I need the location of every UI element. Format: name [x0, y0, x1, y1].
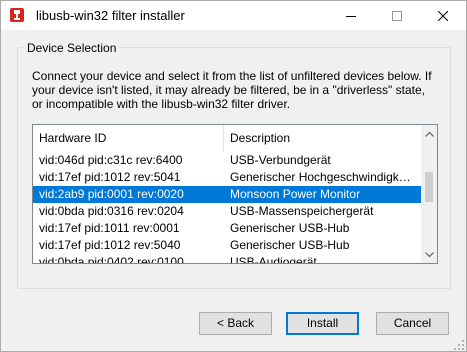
- close-icon: [438, 10, 448, 21]
- vertical-scrollbar[interactable]: [421, 125, 437, 263]
- device-row[interactable]: vid:0bda pid:0402 rev:0100 USB-Audiogerä…: [33, 254, 421, 264]
- device-row[interactable]: vid:17ef pid:1012 rev:5040 Generischer U…: [33, 237, 421, 254]
- scroll-thumb[interactable]: [425, 172, 433, 202]
- device-row[interactable]: vid:17ef pid:1012 rev:5041 Generischer H…: [33, 169, 421, 186]
- list-header: Hardware ID Description: [33, 125, 421, 152]
- hardware-id-cell: vid:046d pid:c31c rev:6400: [39, 153, 183, 167]
- chevron-up-icon: [424, 131, 434, 137]
- description-cell: Generischer USB-Hub: [230, 238, 350, 252]
- hardware-id-cell: vid:17ef pid:1011 rev:0001: [39, 221, 180, 235]
- libusb-app-icon: [10, 8, 24, 22]
- device-row-selected[interactable]: vid:2ab9 pid:0001 rev:0020 Monsoon Power…: [33, 186, 421, 203]
- device-row[interactable]: vid:046d pid:c31c rev:6400 USB-Verbundge…: [33, 152, 421, 169]
- device-list[interactable]: Hardware ID Description vid:046d pid:c31…: [32, 124, 438, 264]
- description-cell: USB-Verbundgerät: [230, 153, 331, 167]
- description-cell: USB-Massenspeichergerät: [230, 204, 374, 218]
- hardware-id-cell: vid:0bda pid:0402 rev:0100: [39, 255, 184, 264]
- chevron-down-icon: [424, 251, 434, 257]
- minimize-button[interactable]: [328, 1, 374, 30]
- device-row[interactable]: vid:0bda pid:0316 rev:0204 USB-Massenspe…: [33, 203, 421, 220]
- scroll-down-button[interactable]: [421, 246, 437, 263]
- back-button[interactable]: < Back: [199, 312, 272, 335]
- description-cell: Monsoon Power Monitor: [230, 187, 361, 201]
- device-row[interactable]: vid:17ef pid:1011 rev:0001 Generischer U…: [33, 220, 421, 237]
- window-title: libusb-win32 filter installer: [36, 8, 185, 23]
- maximize-icon: [392, 10, 402, 21]
- device-rows: vid:046d pid:c31c rev:6400 USB-Verbundge…: [33, 152, 421, 264]
- group-label: Device Selection: [24, 41, 120, 55]
- title-bar[interactable]: libusb-win32 filter installer: [1, 1, 466, 30]
- maximize-button[interactable]: [374, 1, 420, 30]
- cancel-button[interactable]: Cancel: [376, 312, 449, 335]
- hardware-id-cell: vid:17ef pid:1012 rev:5040: [39, 238, 181, 252]
- resize-grip-icon[interactable]: [453, 339, 465, 351]
- hardware-id-cell: vid:17ef pid:1012 rev:5041: [39, 170, 181, 184]
- description-cell: Generischer USB-Hub: [230, 221, 350, 235]
- install-button[interactable]: Install: [286, 312, 359, 335]
- scroll-up-button[interactable]: [421, 125, 437, 142]
- description-cell: USB-Audiogerät: [230, 255, 317, 264]
- minimize-icon: [346, 15, 356, 17]
- column-header-description[interactable]: Description: [224, 125, 421, 152]
- hardware-id-cell: vid:0bda pid:0316 rev:0204: [39, 204, 184, 218]
- column-header-hardware-id[interactable]: Hardware ID: [33, 125, 224, 152]
- description-cell: Generischer Hochgeschwindigkeits-...: [230, 170, 415, 184]
- hardware-id-cell: vid:2ab9 pid:0001 rev:0020: [39, 187, 184, 201]
- instructions-text: Connect your device and select it from t…: [32, 69, 432, 111]
- installer-window: libusb-win32 filter installer Device Sel…: [0, 0, 467, 352]
- close-button[interactable]: [420, 1, 466, 30]
